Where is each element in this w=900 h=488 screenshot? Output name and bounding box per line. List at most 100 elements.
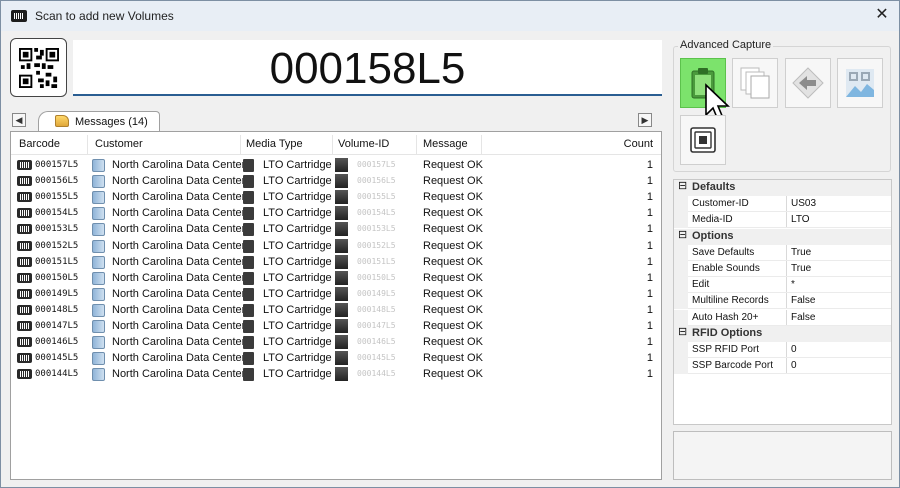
col-message[interactable]: Message — [423, 138, 468, 150]
property-row[interactable]: SSP RFID Port 0 — [674, 342, 891, 358]
tab-scroll-right-icon[interactable]: ▶ — [638, 113, 652, 127]
property-row[interactable]: Edit * — [674, 277, 891, 294]
rfid-capture-button[interactable] — [680, 115, 726, 165]
tab-messages[interactable]: Messages (14) — [38, 111, 160, 132]
table-row[interactable]: 000146L5 North Carolina Data Center LTO Ca… — [11, 334, 661, 350]
count-cell: 1 — [646, 255, 653, 268]
close-icon[interactable]: ✕ — [873, 6, 891, 24]
column-divider[interactable] — [240, 135, 241, 155]
property-value[interactable]: LTO — [791, 214, 810, 225]
column-divider[interactable] — [332, 135, 333, 155]
property-value[interactable]: True — [791, 247, 811, 258]
property-divider[interactable] — [786, 196, 787, 213]
property-name: Auto Hash 20+ — [692, 311, 759, 323]
barcode-icon — [17, 272, 32, 283]
barcode-icon — [17, 337, 32, 348]
message-cell: Request OK — [423, 255, 483, 268]
message-cell: Request OK — [423, 368, 483, 381]
col-media-type[interactable]: Media Type — [246, 138, 303, 150]
property-divider[interactable] — [786, 342, 787, 358]
barcode-cell: 000148L5 — [35, 304, 79, 315]
property-category[interactable]: ⊟ Defaults — [674, 180, 891, 196]
customer-cell: North Carolina Data Center — [112, 239, 246, 252]
qr-scan-button[interactable] — [10, 38, 67, 97]
property-divider[interactable] — [786, 309, 787, 326]
barcode-icon — [17, 304, 32, 315]
copy-pages-button[interactable] — [732, 58, 778, 108]
col-count[interactable]: Count — [624, 138, 653, 150]
table-row[interactable]: 000151L5 North Carolina Data Center LTO Ca… — [11, 254, 661, 270]
table-row[interactable]: 000155L5 North Carolina Data Center LTO Ca… — [11, 189, 661, 205]
property-value[interactable]: 0 — [791, 344, 797, 355]
property-divider[interactable] — [786, 358, 787, 375]
property-value[interactable]: * — [791, 279, 795, 290]
property-category[interactable]: ⊟ RFID Options — [674, 325, 891, 342]
table-row[interactable]: 000156L5 North Carolina Data Center LTO Ca… — [11, 173, 661, 189]
property-row[interactable]: Save Defaults True — [674, 244, 891, 261]
media-cartridge-icon — [243, 239, 254, 253]
collapse-icon[interactable]: ⊟ — [678, 181, 687, 192]
table-row[interactable]: 000147L5 North Carolina Data Center LTO Ca… — [11, 318, 661, 334]
property-row[interactable]: SSP Barcode Port 0 — [674, 358, 891, 375]
property-divider[interactable] — [786, 244, 787, 261]
column-divider[interactable] — [416, 135, 417, 155]
table-row[interactable]: 000152L5 North Carolina Data Center LTO Ca… — [11, 238, 661, 254]
property-category[interactable]: ⊟ Options — [674, 228, 891, 245]
property-value[interactable]: False — [791, 312, 815, 323]
category-label: RFID Options — [692, 326, 763, 339]
barcode-icon — [17, 353, 32, 364]
rfid-chip-icon — [690, 127, 716, 153]
message-cell: Request OK — [423, 320, 483, 332]
media-type-cell: LTO Cartridge — [263, 368, 332, 381]
table-row[interactable]: 000148L5 North Carolina Data Center LTO Ca… — [11, 302, 661, 318]
volume-icon — [335, 319, 348, 333]
tab-scroll-left-icon[interactable]: ◀ — [12, 113, 26, 127]
volume-id-cell: 000154L5 — [357, 208, 396, 218]
volume-id-cell: 000147L5 — [357, 321, 396, 330]
property-row[interactable]: Media-ID LTO — [674, 212, 891, 229]
property-row[interactable]: Auto Hash 20+ False — [674, 309, 891, 326]
import-button[interactable] — [785, 58, 831, 108]
table-row[interactable]: 000157L5 North Carolina Data Center LTO Ca… — [11, 157, 661, 173]
property-row[interactable]: Enable Sounds True — [674, 261, 891, 277]
barcode-image-icon — [846, 69, 874, 97]
col-barcode[interactable]: Barcode — [19, 138, 60, 150]
property-divider[interactable] — [786, 293, 787, 310]
property-divider[interactable] — [786, 212, 787, 229]
col-volume-id[interactable]: Volume-ID — [338, 138, 389, 150]
table-row[interactable]: 000150L5 North Carolina Data Center LTO Ca… — [11, 270, 661, 286]
table-row[interactable]: 000154L5 North Carolina Data Center LTO Ca… — [11, 205, 661, 221]
property-value[interactable]: 0 — [791, 360, 797, 371]
volume-id-cell: 000150L5 — [357, 272, 396, 282]
column-divider[interactable] — [87, 135, 88, 155]
property-grid[interactable]: ⊟ Defaults Customer-ID US03 Media-ID LTO ⊟ Opti… — [673, 179, 892, 425]
col-customer[interactable]: Customer — [95, 138, 143, 150]
property-row[interactable]: Customer-ID US03 — [674, 196, 891, 213]
messages-list[interactable]: Barcode Customer Media Type Volume-ID Me… — [10, 131, 662, 480]
property-value[interactable]: US03 — [791, 198, 816, 209]
property-divider[interactable] — [786, 277, 787, 294]
message-cell: Request OK — [423, 271, 483, 284]
property-value[interactable]: False — [791, 295, 815, 306]
collapse-icon[interactable]: ⊟ — [678, 229, 687, 241]
barcode-input[interactable]: 000158L5 — [73, 40, 662, 96]
collapse-icon[interactable]: ⊟ — [678, 326, 687, 338]
table-row[interactable]: 000153L5 North Carolina Data Center LTO Ca… — [11, 221, 661, 237]
property-name: SSP Barcode Port — [692, 360, 773, 372]
table-row[interactable]: 000149L5 North Carolina Data Center LTO Ca… — [11, 286, 661, 302]
table-row[interactable]: 000144L5 North Carolina Data Center LTO Ca… — [11, 366, 661, 382]
column-divider[interactable] — [481, 135, 482, 155]
property-row[interactable]: Multiline Records False — [674, 293, 891, 310]
category-label: Options — [692, 229, 734, 242]
message-cell: Request OK — [423, 287, 483, 300]
media-type-cell: LTO Cartridge — [263, 287, 332, 300]
property-name: Edit — [692, 279, 710, 291]
volume-icon — [335, 174, 348, 189]
media-type-cell: LTO Cartridge — [263, 159, 332, 171]
property-value[interactable]: True — [791, 263, 811, 274]
barcode-image-button[interactable] — [837, 58, 883, 108]
table-row[interactable]: 000145L5 North Carolina Data Center LTO Ca… — [11, 350, 661, 366]
window-title: Scan to add new Volumes — [35, 9, 174, 23]
app-window: Scan to add new Volumes ✕ 000158L5 ◀ Mes… — [0, 0, 900, 488]
property-divider[interactable] — [786, 261, 787, 277]
